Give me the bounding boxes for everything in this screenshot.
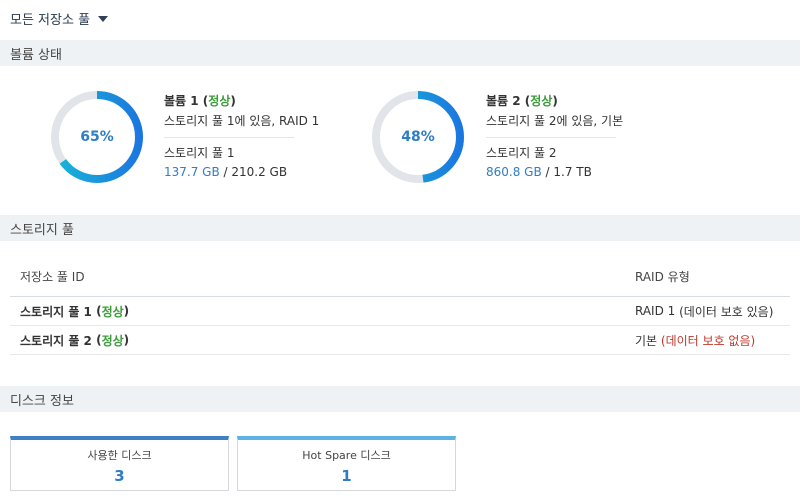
raid-protection-warning: (데이터 보호 없음) <box>660 333 756 348</box>
volume-1-status: 정상 <box>208 94 231 108</box>
volume-2-location: 스토리지 풀 2에 있음, 기본 <box>486 114 624 128</box>
volume-2-used: 860.8 GB <box>486 165 542 179</box>
volume-1-info: 볼륨 1 (정상) 스토리지 풀 1에 있음, RAID 1 스토리지 풀 1 … <box>164 93 364 180</box>
pool-name: 스토리지 풀 2 <box>20 333 92 348</box>
table-row[interactable]: 스토리지 풀 2 (정상) 기본 (데이터 보호 없음) <box>10 326 790 355</box>
volume-1-name: 볼륨 1 <box>164 94 199 108</box>
hot-spare-disks-card[interactable]: Hot Spare 디스크 1 <box>237 436 456 491</box>
volume-2-status: 정상 <box>530 94 553 108</box>
pool-name-cell: 스토리지 풀 2 (정상) <box>20 333 130 348</box>
raid-protection: (데이터 보호 있음) <box>679 304 774 319</box>
volume-2-title[interactable]: 볼륨 2 (정상) <box>486 93 686 109</box>
hot-spare-disks-label: Hot Spare 디스크 <box>302 449 391 462</box>
pool-selector-label: 모든 저장소 풀 <box>10 12 91 28</box>
divider <box>486 137 616 138</box>
pool-status: 정상 <box>101 304 124 319</box>
pool-status: 정상 <box>101 333 124 348</box>
table-row[interactable]: 스토리지 풀 1 (정상) RAID 1 (데이터 보호 있음) <box>10 297 790 326</box>
chevron-down-icon <box>98 15 109 22</box>
volume-1-usage: 137.7 GB / 210.2 GB <box>164 165 288 179</box>
raid-type-cell: RAID 1 (데이터 보호 있음) <box>635 297 773 325</box>
disk-info-title: 디스크 정보 <box>10 393 74 409</box>
divider <box>164 137 294 138</box>
raid-type: RAID 1 <box>635 304 676 318</box>
used-disks-count: 3 <box>114 467 125 485</box>
volume-2-name: 볼륨 2 <box>486 94 521 108</box>
column-header-raid-type[interactable]: RAID 유형 <box>635 257 690 296</box>
raid-type-cell: 기본 (데이터 보호 없음) <box>635 326 755 354</box>
used-disks-label: 사용한 디스크 <box>87 449 152 462</box>
hot-spare-disks-count: 1 <box>341 467 352 485</box>
volume-status-title: 볼륨 상태 <box>10 47 62 63</box>
volume-2-usage: 860.8 GB / 1.7 TB <box>486 165 592 179</box>
storage-pool-header: 스토리지 풀 <box>0 215 800 241</box>
column-header-pool-id[interactable]: 저장소 풀 ID <box>20 257 85 296</box>
volume-1-pool: 스토리지 풀 1 <box>164 146 235 160</box>
volume-2-percent: 48% <box>401 129 435 145</box>
storage-pool-title: 스토리지 풀 <box>10 222 74 238</box>
volume-status-header: 볼륨 상태 <box>0 40 800 66</box>
pool-name: 스토리지 풀 1 <box>20 304 92 319</box>
volume-1-used: 137.7 GB <box>164 165 220 179</box>
volume-2-total: 1.7 TB <box>553 165 592 179</box>
volume-1-total: 210.2 GB <box>231 165 288 179</box>
raid-type: 기본 <box>635 333 658 348</box>
volume-1-location: 스토리지 풀 1에 있음, RAID 1 <box>164 114 320 128</box>
used-disks-card[interactable]: 사용한 디스크 3 <box>10 436 229 491</box>
volume-1-percent: 65% <box>80 129 114 145</box>
pool-table-header: 저장소 풀 ID RAID 유형 <box>10 257 790 297</box>
volume-2-pool: 스토리지 풀 2 <box>486 146 557 160</box>
volume-1-title[interactable]: 볼륨 1 (정상) <box>164 93 364 109</box>
pool-name-cell: 스토리지 풀 1 (정상) <box>20 304 130 319</box>
pool-selector-dropdown[interactable]: 모든 저장소 풀 <box>10 9 109 28</box>
disk-info-header: 디스크 정보 <box>0 386 800 412</box>
volume-2-info: 볼륨 2 (정상) 스토리지 풀 2에 있음, 기본 스토리지 풀 2 860.… <box>486 93 686 180</box>
